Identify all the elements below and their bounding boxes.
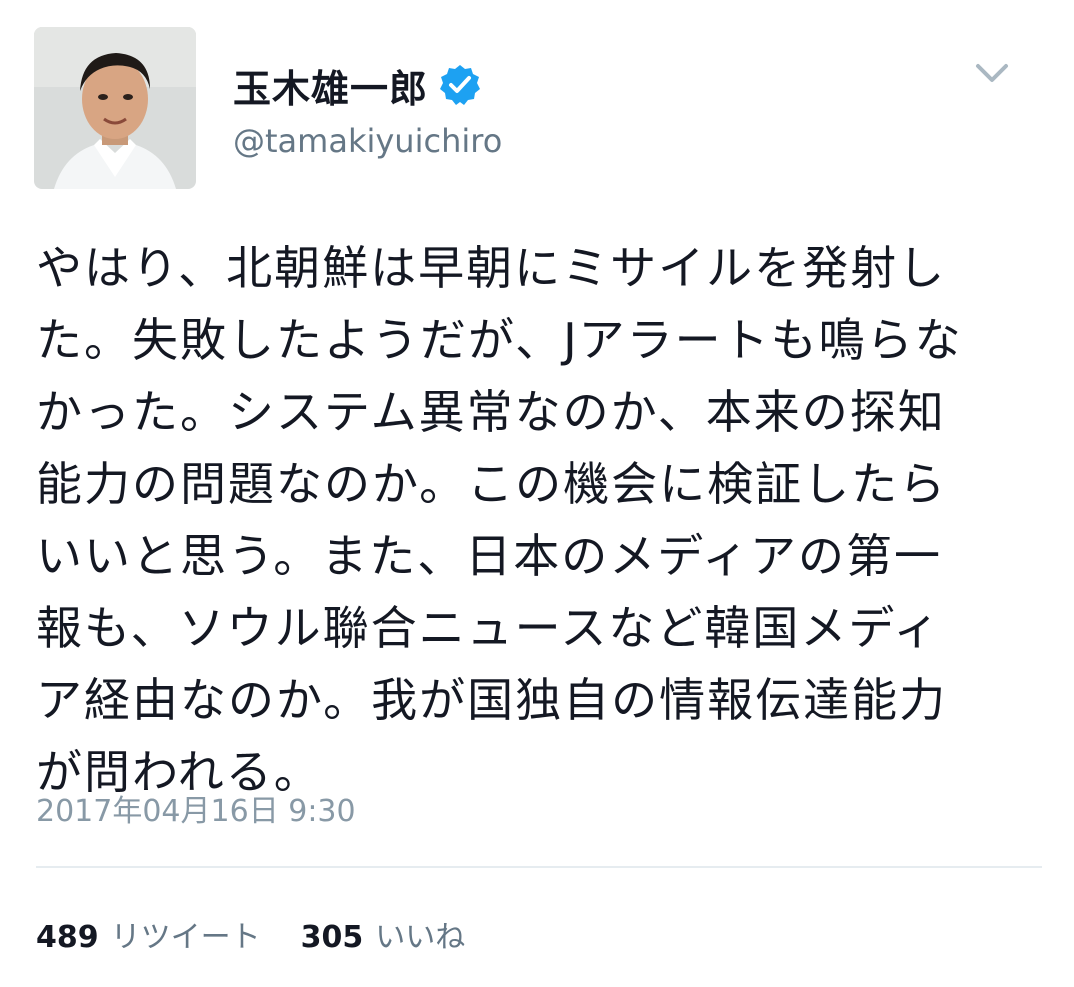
tweet-stats: 489 リツイート 305 いいね	[36, 912, 505, 956]
likes-stat[interactable]: 305 いいね	[301, 912, 466, 956]
display-name[interactable]: 玉木雄一郎	[233, 58, 428, 113]
tweet-text: やはり、北朝鮮は早朝にミサイルを発射し た。失敗したようだが、Jアラートも鳴らな…	[36, 232, 1036, 808]
profile-photo-icon	[34, 27, 196, 189]
tweet-line: かった。システム異常なのか、本来の探知	[36, 385, 946, 439]
tweet-line: いいと思う。また、日本のメディアの第一	[36, 529, 943, 583]
user-name-row: 玉木雄一郎	[233, 57, 482, 113]
user-handle[interactable]: @tamakiyuichiro	[233, 122, 502, 160]
chevron-down-icon[interactable]	[975, 62, 1009, 84]
tweet-line: やはり、北朝鮮は早朝にミサイルを発射し	[36, 241, 947, 295]
tweet-line: 能力の問題なのか。この機会に検証したら	[36, 457, 948, 511]
likes-count: 305	[300, 920, 364, 955]
retweets-count: 489	[36, 920, 99, 955]
retweets-label: リツイート	[110, 920, 261, 955]
tweet-line: 報も、ソウル聯合ニュースなど韓国メディ	[36, 601, 942, 655]
tweet-timestamp[interactable]: 2017年04月16日 9:30	[36, 786, 356, 830]
tweet-line: ア経由なのか。我が国独自の情報伝達能力	[36, 673, 948, 727]
likes-label: いいね	[375, 920, 466, 955]
avatar[interactable]	[34, 27, 196, 189]
retweets-stat[interactable]: 489 リツイート	[36, 912, 261, 956]
divider	[36, 866, 1042, 868]
tweet-line: た。失敗したようだが、Jアラートも鳴らな	[36, 313, 963, 367]
verified-badge-icon	[438, 63, 482, 107]
